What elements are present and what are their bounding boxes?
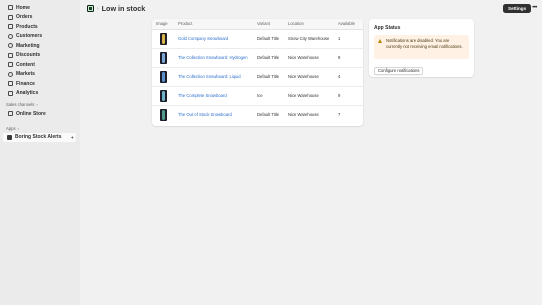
globe-icon	[7, 71, 13, 77]
apps-header[interactable]: Apps ›	[0, 124, 80, 133]
product-thumbnail	[160, 51, 167, 64]
low-stock-table-card: Image Product Variant Location Available…	[152, 19, 363, 126]
page-title: Low in stock	[101, 4, 146, 13]
product-link[interactable]: The Complete Snowboard	[178, 93, 227, 98]
table-row: Gold Company Snowboard Default Title Sno…	[152, 29, 363, 49]
available-cell: 1	[335, 29, 363, 49]
settings-button[interactable]: Settings	[503, 3, 532, 13]
warning-icon	[378, 38, 383, 44]
store-icon	[7, 111, 13, 117]
sidebar-item-label: Home	[16, 4, 30, 11]
content-icon	[7, 62, 13, 68]
product-thumbnail	[160, 108, 167, 121]
sidebar-item-label: Products	[16, 23, 38, 30]
low-stock-table: Image Product Variant Location Available…	[152, 19, 363, 124]
target-icon	[7, 43, 13, 49]
table-header-row: Image Product Variant Location Available	[152, 19, 363, 30]
sidebar-item-label: Online Store	[16, 110, 46, 117]
app-badge-icon[interactable]	[87, 5, 94, 12]
sidebar-item-orders[interactable]: Orders	[0, 13, 80, 23]
sidebar-item-label: Markets	[16, 71, 35, 78]
sidebar-item-label: Content	[16, 61, 35, 68]
tag-icon	[7, 24, 13, 30]
sidebar-item-markets[interactable]: Markets	[0, 70, 80, 80]
available-cell: 9	[335, 48, 363, 68]
variant-cell: Default Title	[254, 48, 285, 68]
home-icon	[7, 5, 13, 11]
column-header-product: Product	[174, 19, 254, 30]
sidebar-item-content[interactable]: Content	[0, 60, 80, 70]
app-status-title: App Status	[374, 25, 401, 31]
location-cell: Snow City Warehouse	[285, 29, 335, 49]
table-row: The Complete Snowboard Ice Nice Warehous…	[152, 86, 363, 106]
sidebar-item-label: Finance	[16, 80, 35, 87]
sidebar-item-customers[interactable]: Customers	[0, 32, 80, 42]
variant-cell: Default Title	[254, 29, 285, 49]
variant-cell: Default Title	[254, 67, 285, 87]
sidebar-item-marketing[interactable]: Marketing	[0, 41, 80, 51]
person-icon	[7, 33, 13, 39]
sidebar: Home Orders Products Customers Marketing…	[0, 0, 80, 305]
sidebar-item-boring-stock-alerts[interactable]: Boring Stock Alerts ✦	[3, 132, 76, 142]
configure-notifications-button[interactable]: Configure notifications	[374, 66, 424, 75]
sidebar-item-online-store[interactable]: Online Store	[0, 109, 80, 119]
pin-icon[interactable]: ✦	[71, 135, 74, 140]
variant-cell: Ice	[254, 86, 285, 106]
available-cell: 9	[335, 86, 363, 106]
apps-label: Apps	[6, 125, 16, 131]
sidebar-item-products[interactable]: Products	[0, 22, 80, 32]
sidebar-item-discounts[interactable]: Discounts	[0, 51, 80, 61]
app-logo-icon	[7, 134, 12, 140]
location-cell: Nice Warehouse	[285, 86, 335, 106]
product-link[interactable]: The Collection Snowboard: Liquid	[178, 74, 241, 79]
table-row: The Collection Snowboard: Hydrogen Defau…	[152, 48, 363, 68]
product-link[interactable]: The Out of Stock Snowboard	[178, 112, 232, 117]
sidebar-item-home[interactable]: Home	[0, 3, 80, 13]
product-thumbnail	[160, 32, 167, 45]
chevron-right-icon: ›	[36, 102, 38, 107]
warning-banner: Notifications are disabled. You are curr…	[374, 35, 469, 59]
chevron-right-icon: ›	[17, 125, 19, 131]
sidebar-item-label: Boring Stock Alerts	[15, 134, 62, 140]
sidebar-item-analytics[interactable]: Analytics	[0, 89, 80, 99]
table-row: The Out of Stock Snowboard Default Title…	[152, 105, 363, 124]
sidebar-item-label: Discounts	[16, 52, 41, 59]
sidebar-item-label: Marketing	[16, 42, 40, 49]
sidebar-item-label: Analytics	[16, 90, 39, 97]
column-header-available: Available	[335, 19, 363, 30]
bank-icon	[7, 81, 13, 87]
product-thumbnail	[160, 70, 167, 83]
table-row: The Collection Snowboard: Liquid Default…	[152, 67, 363, 87]
column-header-image: Image	[152, 19, 174, 30]
product-thumbnail	[160, 89, 167, 102]
page-header: › Low in stock	[87, 4, 145, 13]
warning-message: Notifications are disabled. You are curr…	[386, 38, 463, 49]
product-link[interactable]: Gold Company Snowboard	[178, 36, 228, 41]
chart-icon	[7, 90, 13, 96]
sales-channels-label: Sales channels	[6, 102, 35, 107]
sidebar-item-label: Customers	[16, 33, 43, 40]
breadcrumb-separator-icon: ›	[97, 5, 99, 12]
sales-channels-header[interactable]: Sales channels ›	[0, 100, 80, 109]
product-link[interactable]: The Collection Snowboard: Hydrogen	[178, 55, 248, 60]
column-header-location: Location	[285, 19, 335, 30]
available-cell: 7	[338, 112, 341, 118]
app-status-card: App Status Notifications are disabled. Y…	[369, 19, 474, 77]
column-header-variant: Variant	[254, 19, 285, 30]
available-cell: 4	[335, 67, 363, 87]
discount-icon	[7, 52, 13, 58]
location-cell: Nice Warehouse	[288, 112, 319, 118]
sidebar-item-finance[interactable]: Finance	[0, 79, 80, 89]
location-cell: Nice Warehouse	[285, 48, 335, 68]
location-cell: Nice Warehouse	[285, 67, 335, 87]
more-actions-icon[interactable]: •••	[530, 4, 539, 14]
variant-cell: Default Title	[257, 112, 280, 118]
orders-icon	[7, 14, 13, 20]
sidebar-item-label: Orders	[16, 14, 33, 21]
